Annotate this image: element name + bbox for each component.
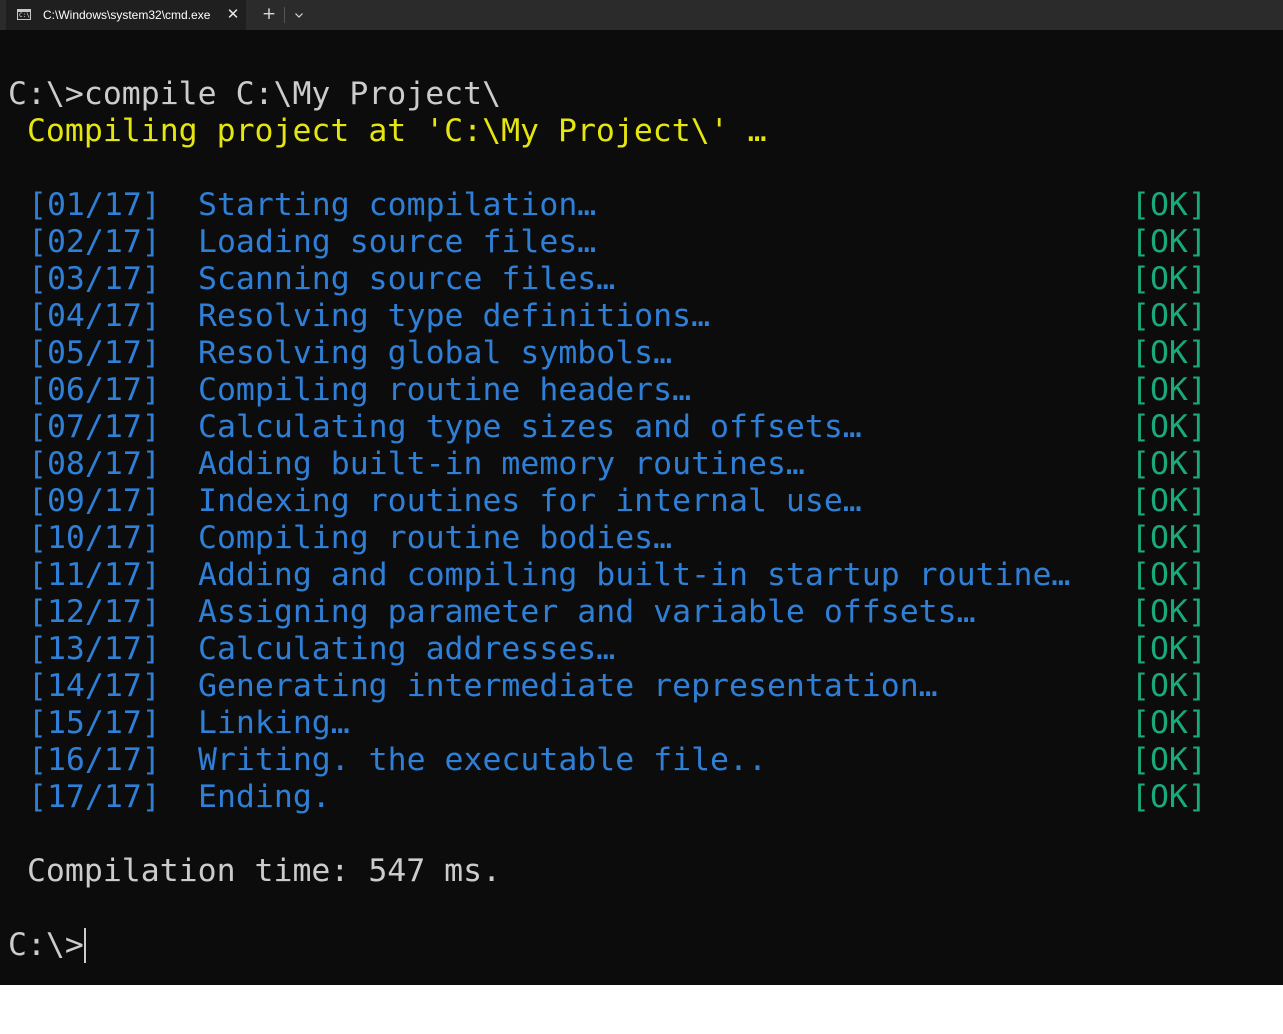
terminal-output[interactable]: C:\>compile C:\My Project\ Compiling pro…: [0, 30, 1283, 985]
step-row: [11/17] Adding and compiling built-in sta…: [8, 557, 1258, 594]
step-row: [08/17] Adding built-in memory routines… […: [8, 446, 1258, 483]
step-description: Calculating type sizes and offsets…: [198, 409, 862, 445]
step-row: [15/17] Linking… [OK]: [8, 705, 1258, 742]
chevron-down-svg: [295, 13, 303, 18]
step-description: Compiling routine headers…: [198, 372, 692, 408]
step-status: [OK]: [1131, 779, 1207, 815]
step-status: [OK]: [1131, 335, 1207, 371]
prompt-line[interactable]: C:\>: [8, 927, 86, 964]
command-line: C:\>compile C:\My Project\: [8, 76, 502, 112]
step-number: [14/17]: [28, 668, 161, 704]
terminal-window: C:\ C:\Windows\system32\cmd.exe ✕ + C:\>…: [0, 0, 1283, 985]
step-row: [17/17] Ending. [OK]: [8, 779, 1258, 816]
step-row: [14/17] Generating intermediate represent…: [8, 668, 1258, 705]
cmd-icon: C:\: [17, 9, 31, 20]
step-description: Loading source files…: [198, 224, 597, 260]
step-description: Writing. the executable file..: [198, 742, 767, 778]
step-status: [OK]: [1131, 261, 1207, 297]
step-row: [09/17] Indexing routines for internal us…: [8, 483, 1258, 520]
new-tab-button[interactable]: +: [259, 4, 279, 24]
tab-title: C:\Windows\system32\cmd.exe: [43, 8, 211, 22]
tab-cmd[interactable]: C:\ C:\Windows\system32\cmd.exe ✕: [6, 0, 246, 30]
step-row: [13/17] Calculating addresses… [OK]: [8, 631, 1258, 668]
step-status: [OK]: [1131, 483, 1207, 519]
prompt-text: C:\>: [8, 927, 84, 963]
step-description: Generating intermediate representation…: [198, 668, 938, 704]
step-row: [10/17] Compiling routine bodies… [OK]: [8, 520, 1258, 557]
step-status: [OK]: [1131, 187, 1207, 223]
step-number: [17/17]: [28, 779, 161, 815]
step-number: [07/17]: [28, 409, 161, 445]
step-status: [OK]: [1131, 557, 1207, 593]
step-number: [10/17]: [28, 520, 161, 556]
step-description: Linking…: [198, 705, 350, 741]
step-number: [01/17]: [28, 187, 161, 223]
step-number: [03/17]: [28, 261, 161, 297]
compilation-time-line: Compilation time: 547 ms.: [8, 853, 502, 889]
tab-bar: C:\ C:\Windows\system32\cmd.exe ✕ +: [0, 0, 1283, 30]
step-status: [OK]: [1131, 742, 1207, 778]
step-description: Adding and compiling built-in startup ro…: [198, 557, 1071, 593]
step-number: [08/17]: [28, 446, 161, 482]
chevron-down-icon[interactable]: [289, 5, 309, 25]
step-description: Calculating addresses…: [198, 631, 616, 667]
step-status: [OK]: [1131, 631, 1207, 667]
close-icon[interactable]: ✕: [224, 5, 242, 23]
step-status: [OK]: [1131, 446, 1207, 482]
step-row: [05/17] Resolving global symbols… [OK]: [8, 335, 1258, 372]
step-status: [OK]: [1131, 372, 1207, 408]
step-row: [06/17] Compiling routine headers… [OK]: [8, 372, 1258, 409]
step-description: Scanning source files…: [198, 261, 616, 297]
step-status: [OK]: [1131, 298, 1207, 334]
step-row: [16/17] Writing. the executable file.. [OK…: [8, 742, 1258, 779]
step-number: [12/17]: [28, 594, 161, 630]
step-description: Indexing routines for internal use…: [198, 483, 862, 519]
step-status: [OK]: [1131, 224, 1207, 260]
step-status: [OK]: [1131, 520, 1207, 556]
step-number: [06/17]: [28, 372, 161, 408]
step-status: [OK]: [1131, 705, 1207, 741]
step-number: [16/17]: [28, 742, 161, 778]
step-status: [OK]: [1131, 594, 1207, 630]
step-description: Adding built-in memory routines…: [198, 446, 805, 482]
text-cursor: [83, 928, 86, 963]
step-row: [07/17] Calculating type sizes and offset…: [8, 409, 1258, 446]
step-row: [03/17] Scanning source files… [OK]: [8, 261, 1258, 298]
step-row: [04/17] Resolving type definitions… [OK]: [8, 298, 1258, 335]
step-number: [04/17]: [28, 298, 161, 334]
compiling-line: Compiling project at 'C:\My Project\' …: [8, 113, 767, 149]
step-description: Resolving global symbols…: [198, 335, 673, 371]
step-number: [15/17]: [28, 705, 161, 741]
step-number: [02/17]: [28, 224, 161, 260]
step-number: [05/17]: [28, 335, 161, 371]
step-row: [12/17] Assigning parameter and variable …: [8, 594, 1258, 631]
step-description: Compiling routine bodies…: [198, 520, 673, 556]
step-row: [01/17] Starting compilation… [OK]: [8, 187, 1258, 224]
step-status: [OK]: [1131, 668, 1207, 704]
step-number: [09/17]: [28, 483, 161, 519]
step-description: Ending.: [198, 779, 331, 815]
tabbar-divider: [284, 7, 285, 23]
step-description: Starting compilation…: [198, 187, 597, 223]
step-number: [13/17]: [28, 631, 161, 667]
step-description: Assigning parameter and variable offsets…: [198, 594, 976, 630]
cmd-icon-prompt: C:\: [19, 12, 30, 19]
step-status: [OK]: [1131, 409, 1207, 445]
step-row: [02/17] Loading source files… [OK]: [8, 224, 1258, 261]
step-number: [11/17]: [28, 557, 161, 593]
step-description: Resolving type definitions…: [198, 298, 711, 334]
